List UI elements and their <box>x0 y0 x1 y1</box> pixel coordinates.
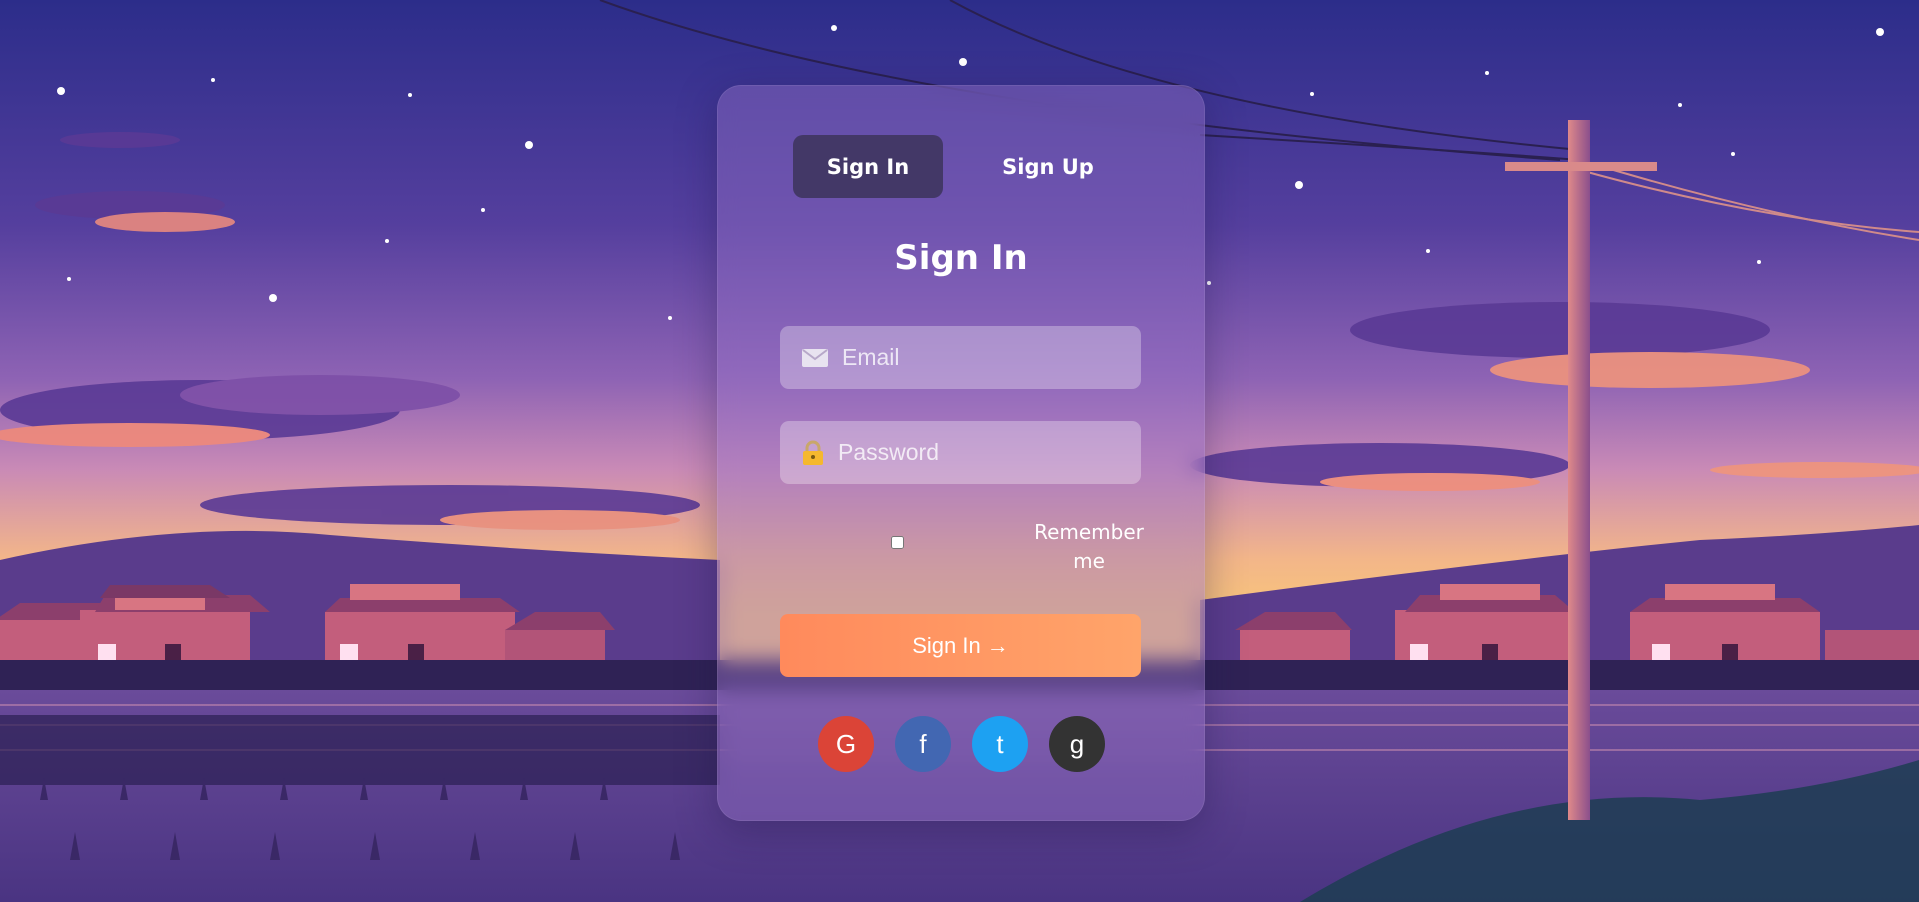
twitter-icon[interactable]: t <box>972 716 1028 772</box>
password-input[interactable] <box>838 439 1134 466</box>
sign-in-submit-button[interactable]: Sign In → <box>780 614 1141 677</box>
google-icon[interactable]: G <box>818 716 874 772</box>
remember-me-label: Remember me <box>1034 520 1144 573</box>
email-field[interactable] <box>780 326 1141 389</box>
email-input[interactable] <box>842 344 1138 371</box>
password-field[interactable] <box>780 421 1141 484</box>
remember-me-checkbox[interactable] <box>891 536 904 549</box>
social-login-buttons: G f t g <box>818 716 1105 772</box>
github-icon[interactable]: g <box>1049 716 1105 772</box>
envelope-icon <box>802 345 828 371</box>
lock-icon <box>802 440 824 466</box>
auth-tabs: Sign In Sign Up <box>793 135 1123 198</box>
tab-sign-in[interactable]: Sign In <box>793 135 943 198</box>
tab-sign-up[interactable]: Sign Up <box>973 135 1123 198</box>
sign-in-card: Sign In Sign Up Sign In Remember me Sign… <box>717 85 1205 821</box>
facebook-icon[interactable]: f <box>895 716 951 772</box>
form-heading: Sign In <box>894 238 1028 278</box>
